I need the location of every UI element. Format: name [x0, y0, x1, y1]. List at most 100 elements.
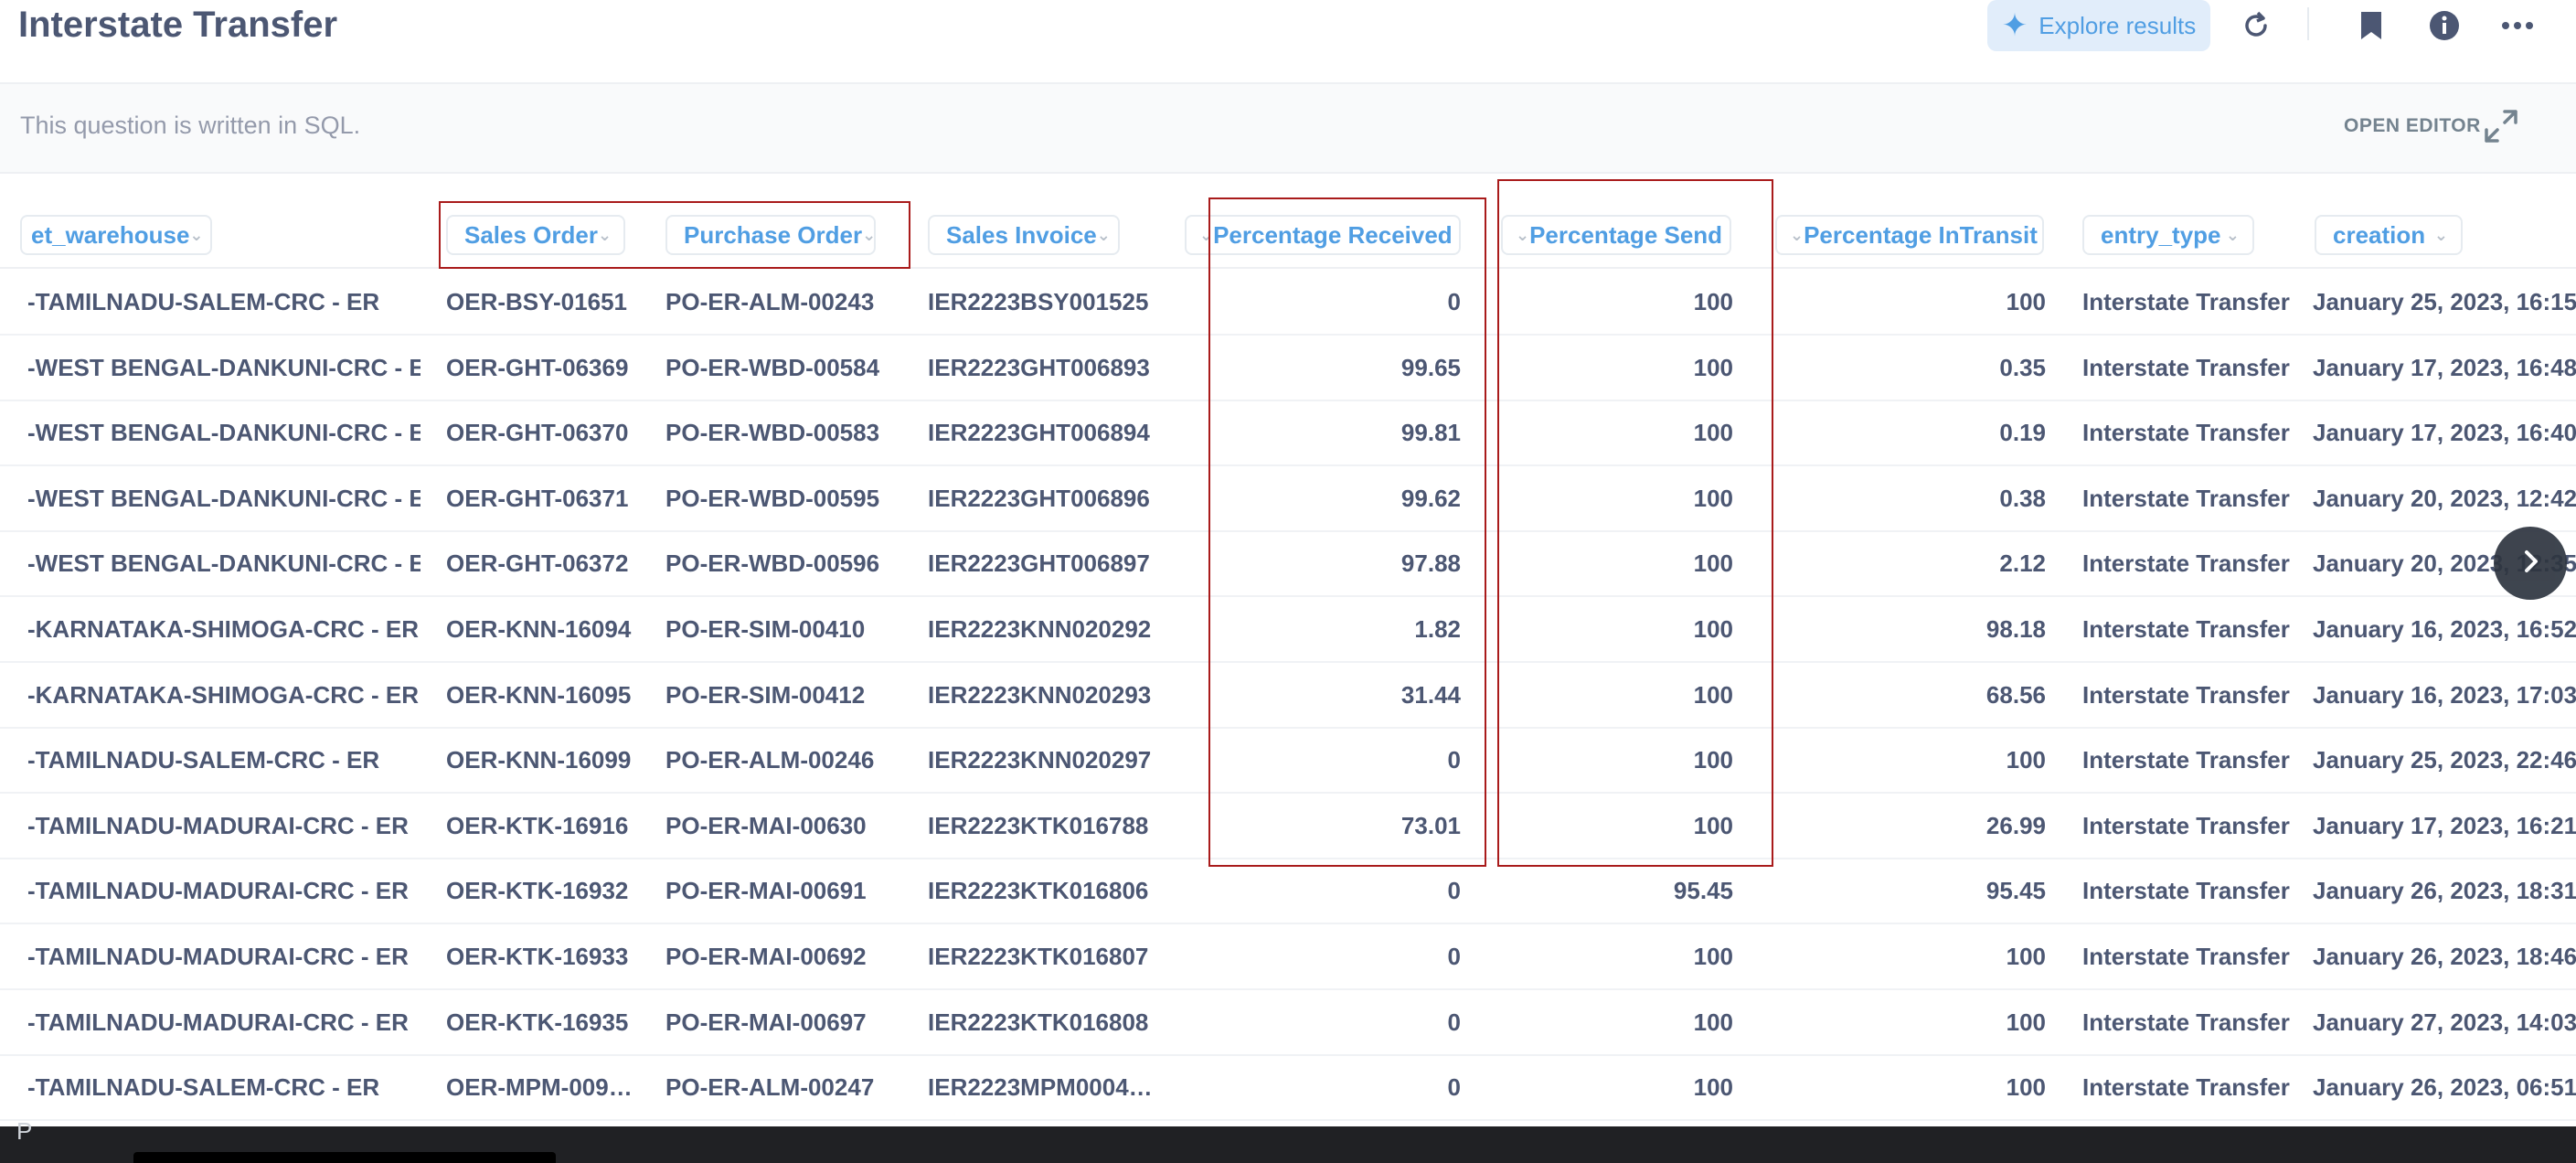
- cell-sales-invoice[interactable]: IER2223BSY001525: [928, 270, 1166, 334]
- cell-creation[interactable]: January 26, 2023, 18:46: [2313, 924, 2576, 988]
- cell-creation[interactable]: January 16, 2023, 16:52: [2313, 597, 2576, 661]
- cell-percentage-intransit[interactable]: 95.45: [1783, 859, 2046, 923]
- cell-creation[interactable]: January 17, 2023, 16:40: [2313, 400, 2576, 464]
- cell-purchase-order[interactable]: PO-ER-MAI-00691: [665, 859, 903, 923]
- cell-warehouse[interactable]: -TAMILNADU-MADURAI-CRC - ER: [27, 794, 420, 858]
- cell-percentage-send[interactable]: 100: [1508, 531, 1733, 595]
- cell-percentage-received[interactable]: 99.81: [1216, 400, 1461, 464]
- cell-percentage-intransit[interactable]: 0.19: [1783, 400, 2046, 464]
- cell-purchase-order[interactable]: PO-ER-WBD-00583: [665, 400, 903, 464]
- open-editor-button[interactable]: OPEN EDITOR: [2344, 115, 2481, 137]
- expand-icon[interactable]: [2483, 108, 2523, 148]
- cell-entry-type[interactable]: Interstate Transfer: [2082, 531, 2302, 595]
- cell-sales-order[interactable]: OER-GHT-06371: [446, 466, 638, 530]
- cell-purchase-order[interactable]: PO-ER-SIM-00410: [665, 597, 903, 661]
- cell-purchase-order[interactable]: PO-ER-WBD-00595: [665, 466, 903, 530]
- cell-sales-invoice[interactable]: IER2223GHT006897: [928, 531, 1166, 595]
- cell-percentage-received[interactable]: 0: [1216, 1055, 1461, 1119]
- cell-percentage-intransit[interactable]: 0.35: [1783, 336, 2046, 400]
- cell-sales-order[interactable]: OER-KTK-16916: [446, 794, 638, 858]
- column-header-sales-order[interactable]: Sales Order ⌄: [446, 215, 625, 255]
- cell-percentage-intransit[interactable]: 100: [1783, 990, 2046, 1054]
- cell-entry-type[interactable]: Interstate Transfer: [2082, 466, 2302, 530]
- cell-percentage-intransit[interactable]: 0.38: [1783, 466, 2046, 530]
- cell-sales-order[interactable]: OER-GHT-06369: [446, 336, 638, 400]
- refresh-icon[interactable]: [2236, 5, 2276, 46]
- cell-percentage-intransit[interactable]: 100: [1783, 270, 2046, 334]
- cell-sales-invoice[interactable]: IER2223GHT006896: [928, 466, 1166, 530]
- cell-creation[interactable]: January 17, 2023, 16:21: [2313, 794, 2576, 858]
- cell-percentage-send[interactable]: 100: [1508, 990, 1733, 1054]
- cell-percentage-received[interactable]: 0: [1216, 859, 1461, 923]
- scroll-right-button[interactable]: [2494, 527, 2567, 600]
- cell-sales-order[interactable]: OER-KNN-16094: [446, 597, 638, 661]
- bookmark-icon[interactable]: [2351, 5, 2391, 46]
- more-icon[interactable]: [2497, 5, 2538, 46]
- column-header-purchase-order[interactable]: Purchase Order ⌄: [665, 215, 876, 255]
- cell-purchase-order[interactable]: PO-ER-ALM-00243: [665, 270, 903, 334]
- cell-sales-order[interactable]: OER-GHT-06372: [446, 531, 638, 595]
- cell-percentage-received[interactable]: 97.88: [1216, 531, 1461, 595]
- cell-percentage-send[interactable]: 95.45: [1508, 859, 1733, 923]
- cell-percentage-received[interactable]: 31.44: [1216, 663, 1461, 727]
- cell-percentage-send[interactable]: 100: [1508, 597, 1733, 661]
- cell-creation[interactable]: January 20, 2023, 12:42: [2313, 466, 2576, 530]
- cell-warehouse[interactable]: -KARNATAKA-SHIMOGA-CRC - ER: [27, 663, 420, 727]
- cell-sales-order[interactable]: OER-KTK-16932: [446, 859, 638, 923]
- cell-sales-invoice[interactable]: IER2223KTK016788: [928, 794, 1166, 858]
- cell-percentage-intransit[interactable]: 100: [1783, 924, 2046, 988]
- cell-sales-invoice[interactable]: IER2223MPM0004…: [928, 1055, 1166, 1119]
- cell-creation[interactable]: January 26, 2023, 06:51: [2313, 1055, 2576, 1119]
- cell-percentage-send[interactable]: 100: [1508, 924, 1733, 988]
- cell-purchase-order[interactable]: PO-ER-MAI-00692: [665, 924, 903, 988]
- cell-percentage-received[interactable]: 1.82: [1216, 597, 1461, 661]
- cell-percentage-received[interactable]: 0: [1216, 728, 1461, 792]
- cell-entry-type[interactable]: Interstate Transfer: [2082, 859, 2302, 923]
- cell-percentage-intransit[interactable]: 98.18: [1783, 597, 2046, 661]
- cell-sales-invoice[interactable]: IER2223KTK016808: [928, 990, 1166, 1054]
- cell-creation[interactable]: January 27, 2023, 14:03: [2313, 990, 2576, 1054]
- column-header-entry-type[interactable]: entry_type ⌄: [2082, 215, 2254, 255]
- cell-percentage-send[interactable]: 100: [1508, 794, 1733, 858]
- cell-percentage-intransit[interactable]: 2.12: [1783, 531, 2046, 595]
- cell-percentage-send[interactable]: 100: [1508, 466, 1733, 530]
- cell-warehouse[interactable]: -WEST BENGAL-DANKUNI-CRC - ER: [27, 400, 420, 464]
- cell-sales-invoice[interactable]: IER2223GHT006893: [928, 336, 1166, 400]
- column-header-sales-invoice[interactable]: Sales Invoice ⌄: [928, 215, 1120, 255]
- cell-entry-type[interactable]: Interstate Transfer: [2082, 597, 2302, 661]
- cell-percentage-intransit[interactable]: 100: [1783, 728, 2046, 792]
- column-header-creation[interactable]: creation ⌄: [2315, 215, 2463, 255]
- cell-purchase-order[interactable]: PO-ER-MAI-00697: [665, 990, 903, 1054]
- info-icon[interactable]: [2424, 5, 2464, 46]
- column-header-percentage-intransit[interactable]: ⌄ Percentage InTransit: [1775, 215, 2044, 255]
- cell-sales-order[interactable]: OER-MPM-009…: [446, 1055, 638, 1119]
- cell-purchase-order[interactable]: PO-ER-MAI-00630: [665, 794, 903, 858]
- cell-warehouse[interactable]: -TAMILNADU-SALEM-CRC - ER: [27, 270, 420, 334]
- cell-sales-invoice[interactable]: IER2223KNN020292: [928, 597, 1166, 661]
- cell-entry-type[interactable]: Interstate Transfer: [2082, 270, 2302, 334]
- cell-percentage-send[interactable]: 100: [1508, 270, 1733, 334]
- cell-warehouse[interactable]: -WEST BENGAL-DANKUNI-CRC - ER: [27, 336, 420, 400]
- cell-creation[interactable]: January 25, 2023, 16:15: [2313, 270, 2576, 334]
- cell-warehouse[interactable]: -TAMILNADU-SALEM-CRC - ER: [27, 1055, 420, 1119]
- cell-warehouse[interactable]: -TAMILNADU-MADURAI-CRC - ER: [27, 924, 420, 988]
- cell-entry-type[interactable]: Interstate Transfer: [2082, 1055, 2302, 1119]
- cell-percentage-received[interactable]: 0: [1216, 924, 1461, 988]
- cell-sales-invoice[interactable]: IER2223GHT006894: [928, 400, 1166, 464]
- cell-sales-order[interactable]: OER-KTK-16933: [446, 924, 638, 988]
- cell-warehouse[interactable]: -KARNATAKA-SHIMOGA-CRC - ER: [27, 597, 420, 661]
- cell-percentage-received[interactable]: 73.01: [1216, 794, 1461, 858]
- cell-warehouse[interactable]: -TAMILNADU-SALEM-CRC - ER: [27, 728, 420, 792]
- column-header-warehouse[interactable]: et_warehouse ⌄: [20, 215, 212, 255]
- cell-sales-order[interactable]: OER-KNN-16099: [446, 728, 638, 792]
- cell-sales-order[interactable]: OER-BSY-01651: [446, 270, 638, 334]
- cell-percentage-received[interactable]: 99.65: [1216, 336, 1461, 400]
- cell-creation[interactable]: January 16, 2023, 17:03: [2313, 663, 2576, 727]
- cell-sales-order[interactable]: OER-GHT-06370: [446, 400, 638, 464]
- cell-percentage-intransit[interactable]: 100: [1783, 1055, 2046, 1119]
- cell-sales-order[interactable]: OER-KNN-16095: [446, 663, 638, 727]
- cell-entry-type[interactable]: Interstate Transfer: [2082, 336, 2302, 400]
- cell-entry-type[interactable]: Interstate Transfer: [2082, 663, 2302, 727]
- cell-warehouse[interactable]: -WEST BENGAL-DANKUNI-CRC - ER: [27, 531, 420, 595]
- cell-purchase-order[interactable]: PO-ER-ALM-00247: [665, 1055, 903, 1119]
